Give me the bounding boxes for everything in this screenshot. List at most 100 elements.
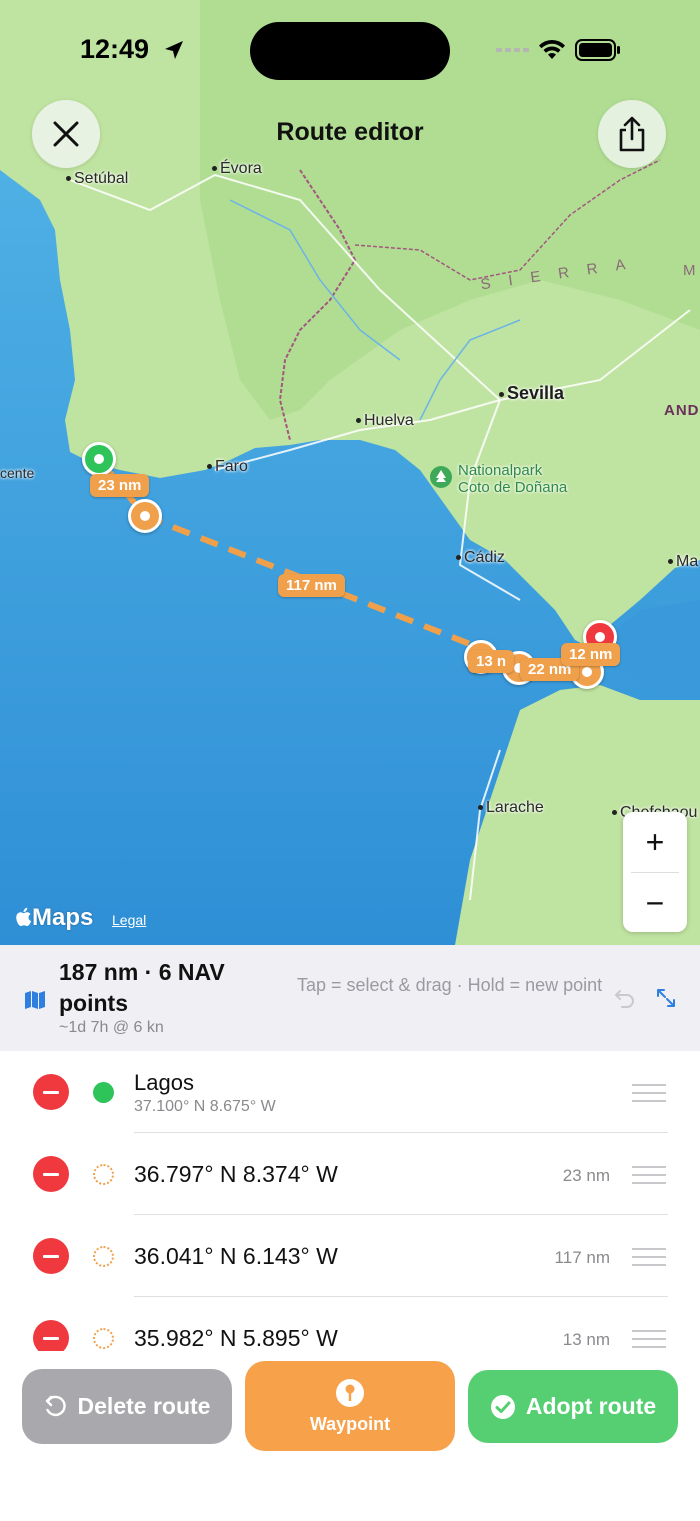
waypoint-row[interactable]: 36.041° N 6.143° W 117 nm bbox=[0, 1215, 700, 1297]
pin-core bbox=[582, 667, 592, 677]
waypoint-coords: 35.982° N 5.895° W bbox=[134, 1325, 338, 1351]
share-icon bbox=[619, 116, 645, 152]
place-dot bbox=[478, 805, 483, 811]
place-faro: Faro bbox=[207, 458, 248, 476]
minus-icon bbox=[43, 1090, 59, 1094]
waypoint-coords: 36.041° N 6.143° W bbox=[134, 1243, 338, 1269]
place-larache: Larache bbox=[478, 799, 544, 817]
route-summary-title: 187 nm · 6 NAV points bbox=[59, 959, 225, 1016]
expand-icon[interactable] bbox=[654, 986, 678, 1010]
place-setubal: Setúbal bbox=[66, 170, 128, 188]
leg-distance: 23 nm bbox=[562, 1166, 610, 1185]
waypoint-row[interactable]: 35.982° N 5.895° W 13 nm bbox=[0, 1297, 700, 1351]
undo-icon[interactable] bbox=[614, 986, 636, 1010]
dynamic-island bbox=[250, 22, 450, 80]
delete-waypoint-button[interactable] bbox=[33, 1238, 69, 1274]
place-malaga: Ma bbox=[668, 553, 698, 571]
place-label: Faro bbox=[215, 458, 248, 475]
place-label: Huelva bbox=[364, 412, 414, 429]
place-dot bbox=[207, 464, 212, 470]
status-indicators bbox=[496, 38, 621, 62]
place-label: Setúbal bbox=[74, 170, 129, 187]
zoom-out-button[interactable]: − bbox=[623, 873, 687, 933]
drag-handle-icon[interactable] bbox=[632, 1084, 666, 1108]
minus-icon bbox=[43, 1172, 59, 1176]
place-label: Sevilla bbox=[507, 383, 565, 403]
adopt-route-label: Adopt route bbox=[525, 1393, 657, 1419]
place-dot bbox=[612, 810, 617, 816]
waypoint-row[interactable]: Lagos 37.100° N 8.675° W bbox=[0, 1051, 700, 1133]
map-icon bbox=[25, 991, 45, 1009]
editing-hint: Tap = select & drag · Hold = new point bbox=[297, 975, 603, 995]
place-sevilla: Sevilla bbox=[499, 383, 564, 404]
waypoint-marker-icon bbox=[93, 1164, 114, 1185]
place-dot bbox=[212, 166, 217, 172]
legal-link[interactable]: Legal bbox=[112, 912, 146, 928]
place-label: Évora bbox=[220, 160, 262, 177]
map-view[interactable]: Setúbal Évora SIERRA M Sevilla AND Huelv… bbox=[0, 0, 700, 945]
place-huelva: Huelva bbox=[356, 412, 414, 430]
place-dot bbox=[66, 176, 71, 182]
place-vicente: cente bbox=[0, 465, 35, 481]
start-marker-icon bbox=[93, 1082, 114, 1103]
minus-icon bbox=[43, 1254, 59, 1258]
pin-core bbox=[94, 454, 104, 464]
wifi-icon bbox=[539, 39, 565, 59]
place-cadiz: Cádiz bbox=[456, 549, 505, 567]
apple-logo-icon bbox=[16, 907, 32, 926]
leg-distance-label: 117 nm bbox=[278, 574, 345, 597]
drag-handle-icon[interactable] bbox=[632, 1166, 666, 1190]
place-dot bbox=[668, 559, 673, 565]
waypoint-label: Waypoint bbox=[309, 1413, 391, 1434]
zoom-in-button[interactable]: + bbox=[623, 812, 687, 872]
leg-distance: 13 nm bbox=[562, 1330, 610, 1349]
delete-waypoint-button[interactable] bbox=[33, 1074, 69, 1110]
pin-core bbox=[140, 511, 150, 521]
waypoint-list[interactable]: Lagos 37.100° N 8.675° W 36.797° N 8.374… bbox=[0, 1051, 700, 1351]
waypoint-coords: 36.797° N 8.374° W bbox=[134, 1161, 338, 1187]
waypoint-button[interactable]: Waypoint bbox=[245, 1361, 455, 1451]
pin-core bbox=[595, 632, 605, 642]
delete-route-button[interactable]: Delete route bbox=[22, 1369, 232, 1444]
waypoint-coords: 37.100° N 8.675° W bbox=[134, 1098, 276, 1115]
leg-distance-label: 23 nm bbox=[90, 474, 150, 497]
zoom-control: + − bbox=[623, 812, 687, 932]
reset-icon bbox=[45, 1395, 66, 1416]
route-summary-subtitle: ~1d 7h @ 6 kn bbox=[59, 1019, 164, 1036]
maps-attribution-logo: Maps bbox=[16, 904, 93, 932]
battery-icon bbox=[575, 39, 620, 61]
waypoint-row[interactable]: 36.797° N 8.374° W 23 nm bbox=[0, 1133, 700, 1215]
region-andalucia: AND bbox=[664, 402, 700, 419]
place-label: Larache bbox=[486, 799, 544, 816]
waypoint-pin[interactable] bbox=[128, 499, 162, 533]
location-arrow-icon bbox=[165, 41, 183, 59]
delete-waypoint-button[interactable] bbox=[33, 1320, 69, 1351]
drag-handle-icon[interactable] bbox=[632, 1248, 666, 1272]
place-dot bbox=[456, 555, 461, 561]
checkmark-circle-icon bbox=[490, 1394, 515, 1419]
pin-icon bbox=[336, 1378, 364, 1407]
place-evora: Évora bbox=[212, 160, 262, 178]
waypoint-marker-icon bbox=[93, 1328, 114, 1349]
place-label: Cádiz bbox=[464, 549, 505, 566]
drag-handle-icon[interactable] bbox=[632, 1330, 666, 1351]
leg-distance-label: 13 n bbox=[468, 650, 515, 673]
start-waypoint-pin[interactable] bbox=[82, 442, 116, 476]
leg-distance: 117 nm bbox=[554, 1248, 610, 1267]
leg-distance-label: 12 nm bbox=[561, 643, 621, 666]
place-dot bbox=[356, 418, 361, 424]
delete-waypoint-button[interactable] bbox=[33, 1156, 69, 1192]
delete-route-label: Delete route bbox=[77, 1393, 211, 1419]
waypoint-name: Lagos bbox=[134, 1070, 194, 1095]
place-park: Nationalpark Coto de Doñana bbox=[430, 462, 567, 496]
cellular-signal-icon bbox=[496, 48, 529, 52]
share-button[interactable] bbox=[598, 100, 666, 168]
waypoint-marker-icon bbox=[93, 1246, 114, 1267]
place-label: Ma bbox=[676, 553, 699, 570]
adopt-route-button[interactable]: Adopt route bbox=[468, 1370, 678, 1443]
maps-logo-text: Maps bbox=[32, 904, 94, 931]
minus-icon bbox=[43, 1336, 59, 1340]
page-title: Route editor bbox=[276, 118, 424, 146]
park-tree-icon bbox=[430, 466, 452, 488]
status-time: 12:49 bbox=[80, 34, 150, 64]
